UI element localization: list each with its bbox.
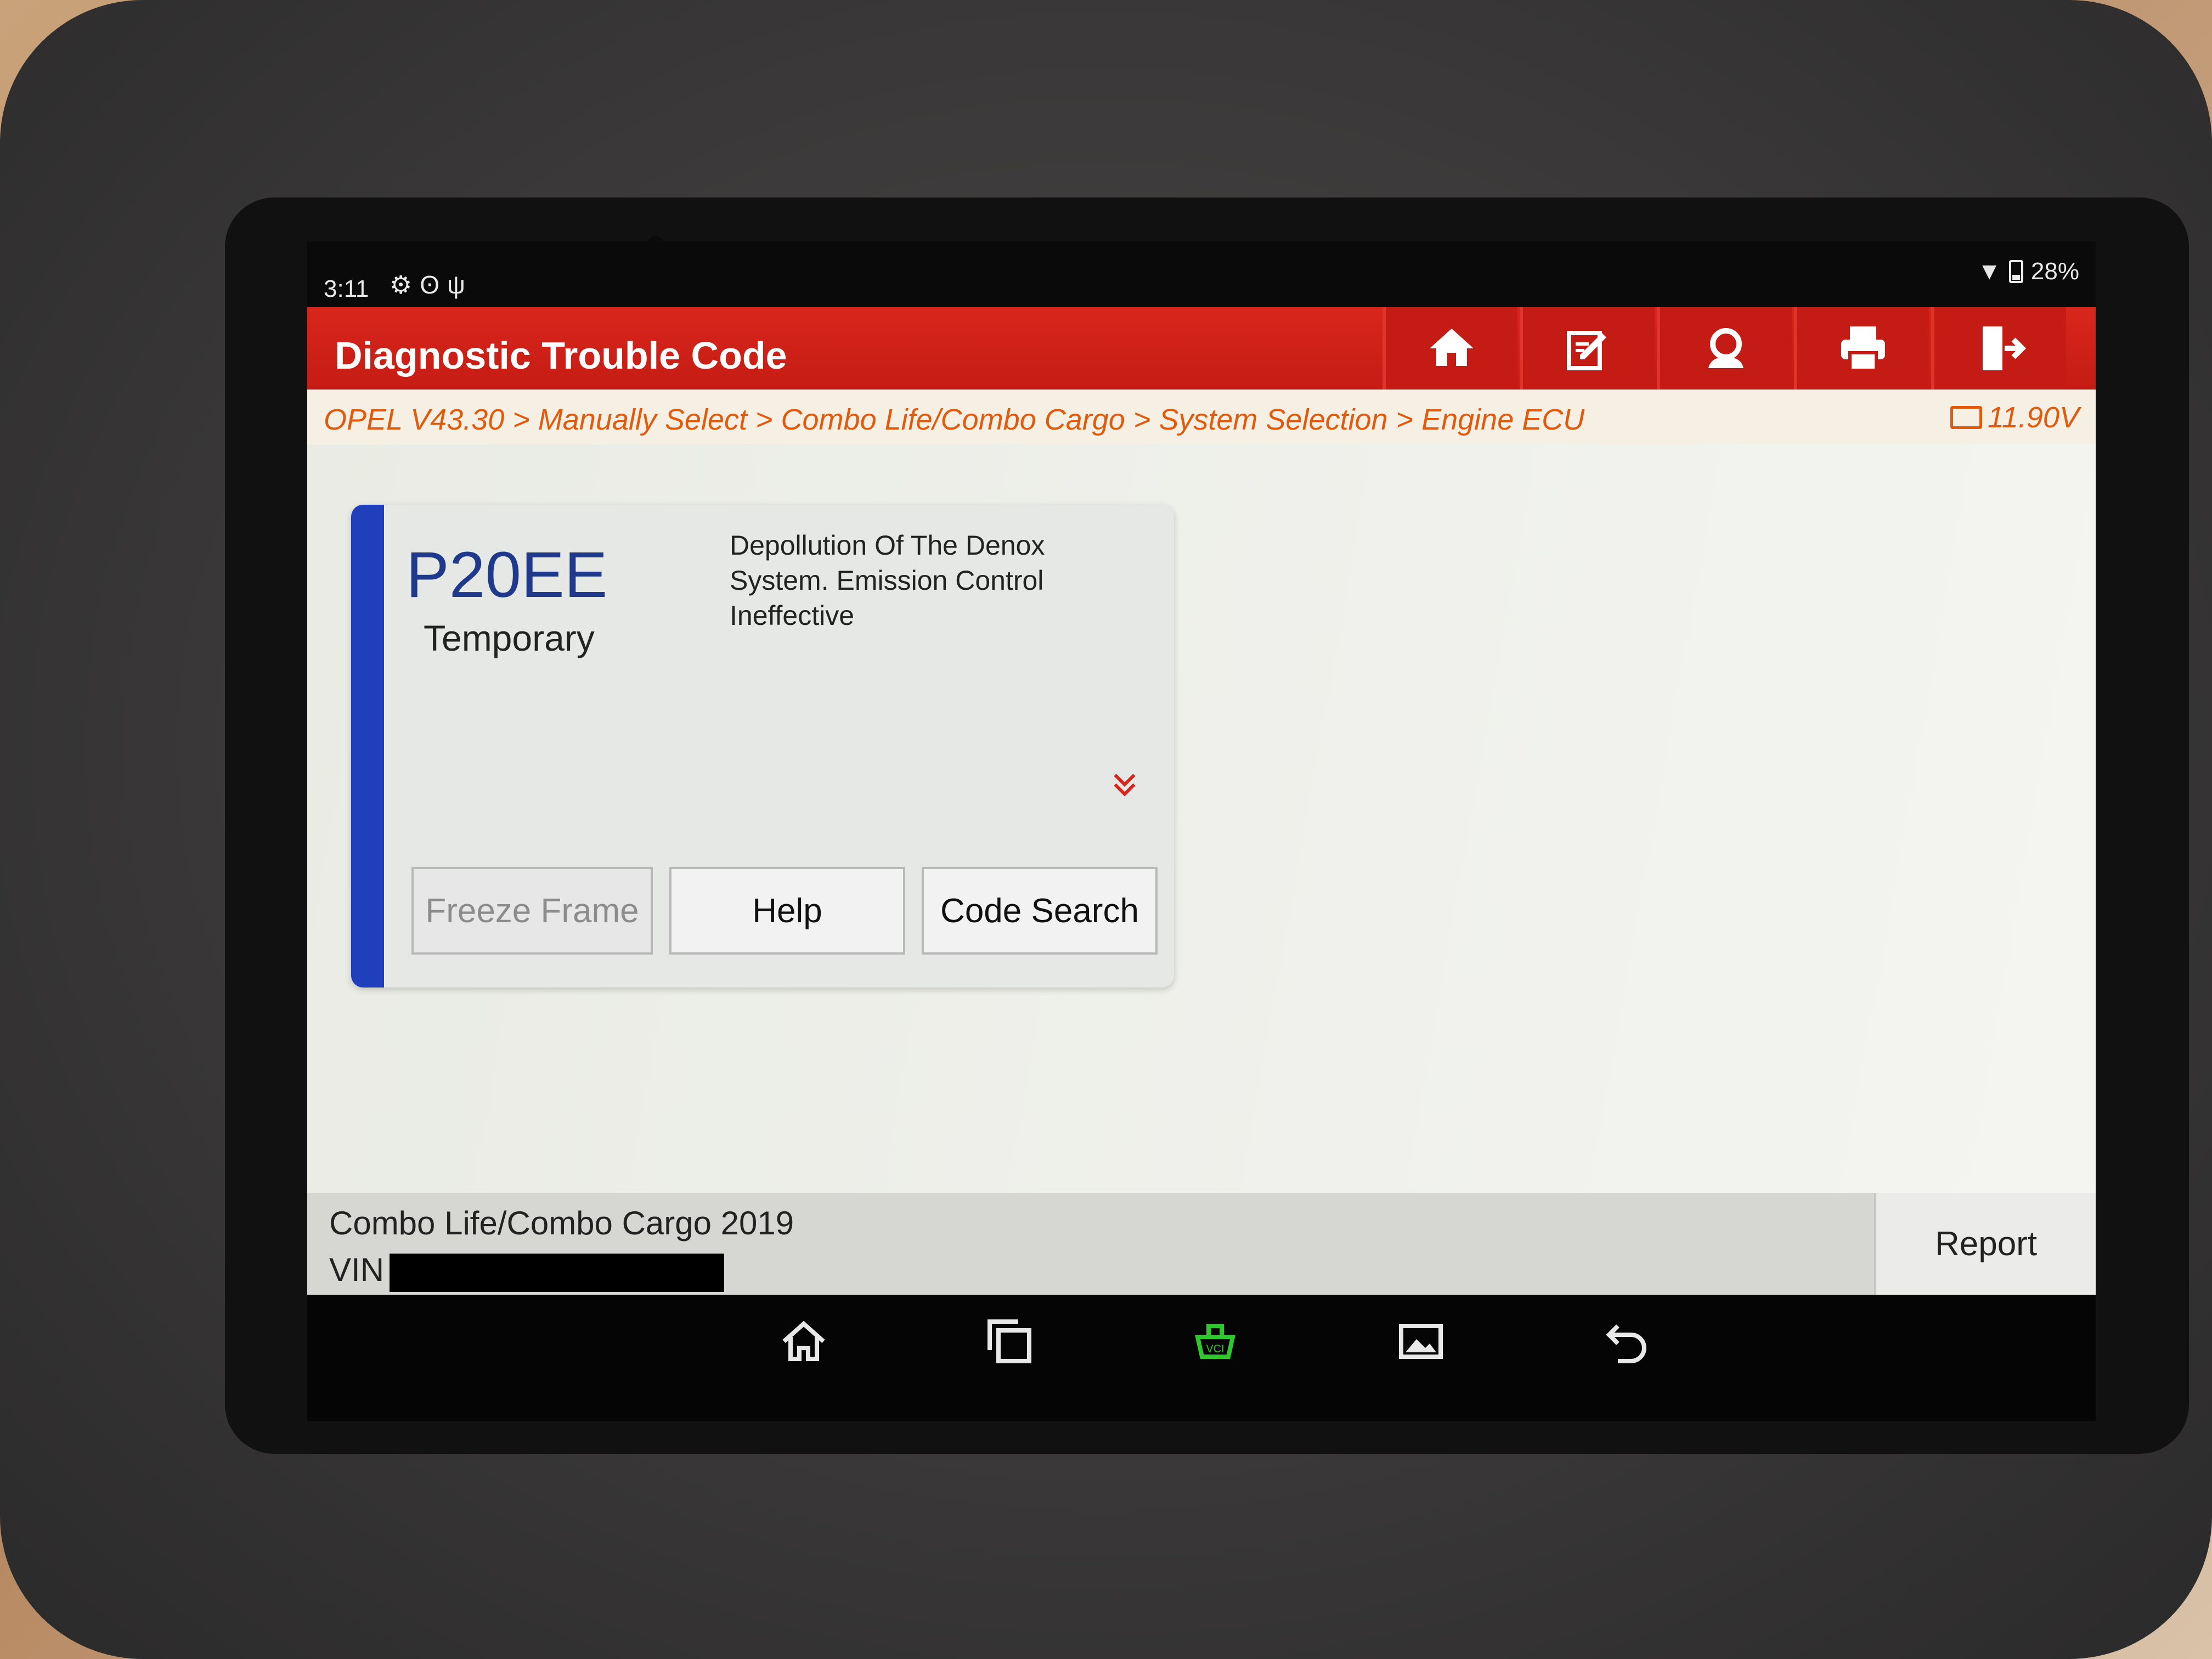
page-title: Diagnostic Trouble Code (335, 334, 787, 377)
battery-icon (2008, 260, 2023, 283)
help-button[interactable]: Help (669, 867, 905, 955)
dtc-description: Depollution Of The Denox System. Emissio… (730, 530, 1045, 631)
home-icon (1430, 329, 1474, 366)
vehicle-model: Combo Life/Combo Cargo 2019 (329, 1205, 794, 1242)
vin-redaction (390, 1254, 724, 1292)
dtc-card: P20EE Temporary Depollution Of The Denox… (351, 505, 1174, 988)
home-outline-icon (782, 1321, 825, 1361)
dtc-status: Temporary (424, 618, 595, 658)
support-icon (1708, 328, 1743, 368)
dtc-list: P20EE Temporary Depollution Of The Denox… (307, 444, 2096, 1193)
report-button[interactable]: Report (1874, 1193, 2096, 1295)
nav-back-button[interactable] (1591, 1306, 1662, 1377)
app-header: Diagnostic Trouble Code (307, 307, 2096, 390)
code-search-button[interactable]: Code Search (922, 867, 1158, 955)
vehicle-info-bar: Combo Life/Combo Cargo 2019 VIN Report (307, 1193, 2096, 1295)
print-button[interactable] (1794, 307, 1929, 390)
nav-home-button[interactable] (768, 1306, 839, 1377)
vci-icon: VCI (1195, 1324, 1235, 1359)
recent-apps-icon (988, 1319, 1031, 1363)
nav-screenshot-button[interactable] (1385, 1306, 1457, 1377)
screenshot-icon (1399, 1324, 1443, 1359)
app-screen: 3:11 ⚙ʘψ ▼ 28% Diagnostic Trouble Code O… (307, 241, 2096, 1295)
wifi-icon: ▼ (1977, 258, 2001, 285)
voltage-value: 11.90V (1987, 401, 2079, 434)
dtc-card-stripe (351, 505, 384, 988)
breadcrumb-path: OPEL V43.30 > Manually Select > Combo Li… (324, 403, 1585, 436)
exit-button[interactable] (1931, 307, 2066, 390)
usb-icon: ψ (447, 270, 473, 299)
exit-icon (1983, 326, 2027, 370)
vin-label: VIN (329, 1251, 385, 1288)
home-button[interactable] (1383, 307, 1517, 390)
status-icons: ⚙ʘψ (390, 270, 473, 300)
battery-percent: 28% (2030, 258, 2079, 285)
car-battery-icon (1950, 406, 1982, 429)
bluetooth-icon: ʘ (420, 270, 448, 299)
breadcrumb: OPEL V43.30 > Manually Select > Combo Li… (307, 390, 2096, 444)
battery-voltage: 11.90V (1950, 400, 2079, 435)
support-button[interactable] (1657, 307, 1792, 390)
status-right: ▼ 28% (1977, 258, 2079, 285)
freeze-frame-button[interactable]: Freeze Frame (411, 867, 653, 955)
status-time: 3:11 (324, 275, 369, 302)
status-bar: 3:11 ⚙ʘψ ▼ 28% (307, 241, 2096, 307)
edit-icon (1567, 331, 1606, 370)
chevron-double-down-icon[interactable] (1108, 768, 1141, 801)
nav-recent-button[interactable] (974, 1306, 1045, 1377)
print-icon (1841, 326, 1885, 372)
dtc-code: P20EE (406, 539, 608, 611)
nav-vci-button[interactable]: VCI (1180, 1306, 1251, 1377)
svg-text:VCI: VCI (1206, 1343, 1224, 1355)
gear-icon: ⚙ (390, 270, 420, 299)
back-icon (1606, 1324, 1646, 1363)
edit-button[interactable] (1520, 307, 1655, 390)
